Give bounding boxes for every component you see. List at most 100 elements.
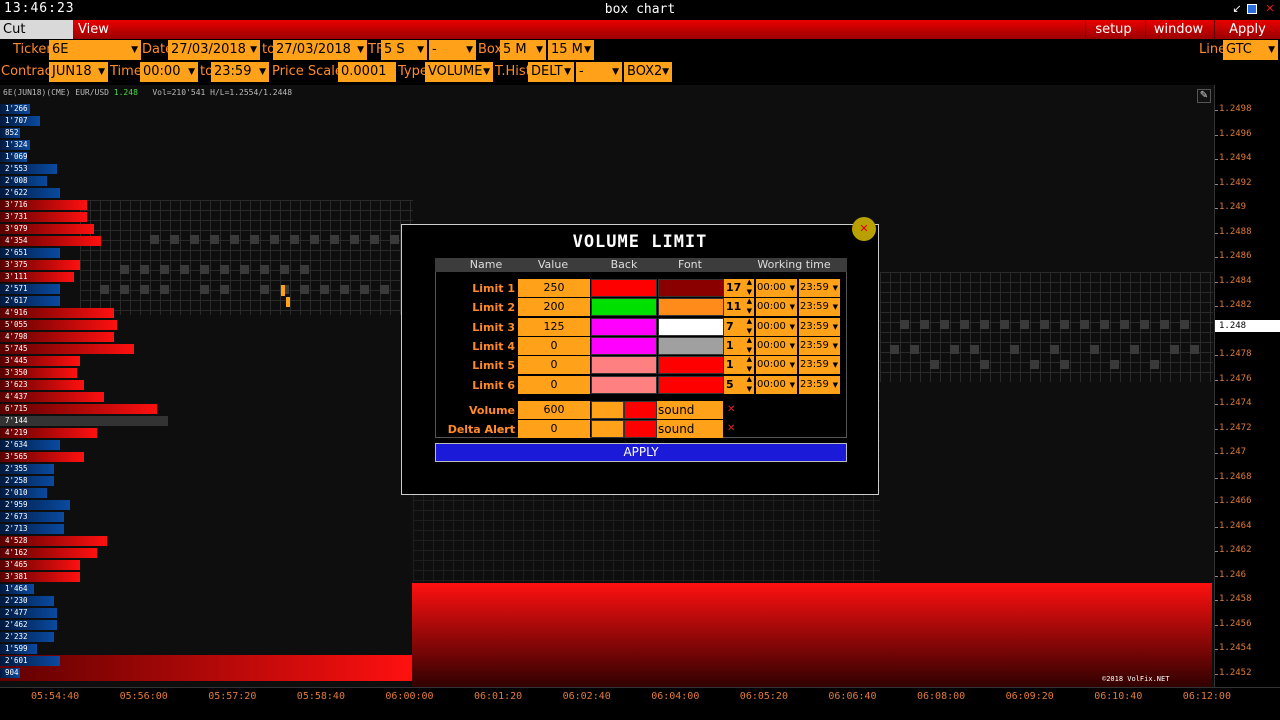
time-to-select[interactable]: 23:59 ▼	[799, 317, 840, 336]
time-from-select[interactable]: 00:00 ▼	[140, 62, 198, 82]
pencil-icon[interactable]: ✎	[1197, 89, 1211, 103]
font-color-swatch[interactable]	[658, 356, 724, 375]
stepper-arrows-icon[interactable]: ▲ ▼	[747, 374, 752, 394]
limit-value-input[interactable]: 0	[518, 336, 590, 355]
price-tick: 1.2474	[1215, 398, 1252, 408]
limit-number-stepper[interactable]: 1 ▲ ▼	[724, 335, 754, 355]
time-to-select[interactable]: 23:59 ▼	[799, 375, 840, 394]
table-header: Name Value Back Font Working time	[435, 258, 847, 272]
thist-secondary-select[interactable]: - ▼	[576, 62, 622, 82]
volume-profile-value: 904	[5, 668, 19, 677]
box-select[interactable]: 5 M ▼	[500, 40, 546, 60]
time-from-select[interactable]: 00:00 ▼	[756, 317, 797, 336]
time-to-select[interactable]: 23:59 ▼	[799, 336, 840, 355]
sound-select[interactable]: sound	[657, 401, 723, 419]
line-select[interactable]: GTC ▼	[1223, 40, 1278, 60]
stepper-arrows-icon[interactable]: ▲ ▼	[747, 316, 752, 336]
font-color-swatch[interactable]	[658, 317, 724, 336]
dialog-close-icon[interactable]: ✕	[852, 217, 876, 241]
volume-profile-row: 1'266	[0, 103, 340, 114]
volume-profile-row: 2'651	[0, 247, 340, 258]
maximize-icon[interactable]	[1247, 4, 1257, 14]
limit-value-input[interactable]: 0	[518, 375, 590, 394]
limit-value-input[interactable]: 125	[518, 317, 590, 336]
back-color-swatch[interactable]	[591, 375, 657, 394]
controls-row-1: Ticker 6E ▼ Date 27/03/2018 ▼ to 27/03/201…	[0, 39, 1280, 61]
contract-select[interactable]: JUN18 ▼	[49, 62, 108, 82]
alert-value-input[interactable]: 0	[518, 420, 590, 439]
stepper-arrows-icon[interactable]: ▲ ▼	[747, 335, 752, 355]
volume-profile-value: 3'623	[5, 380, 28, 389]
price-tick: 1.2462	[1215, 545, 1252, 555]
volume-profile-row: 3'465	[0, 559, 340, 570]
limit-number-stepper[interactable]: 5 ▲ ▼	[724, 374, 754, 394]
stepper-arrows-icon[interactable]: ▲ ▼	[747, 354, 752, 374]
back-color-swatch[interactable]	[591, 279, 657, 297]
date-from-select[interactable]: 27/03/2018 ▼	[168, 40, 260, 60]
font-color-swatch[interactable]	[658, 336, 724, 355]
price-scale-input[interactable]: 0.0001	[338, 62, 396, 82]
restore-icon[interactable]: ↙	[1231, 3, 1243, 15]
back-color-swatch[interactable]	[591, 298, 657, 317]
alert-font-swatch[interactable]	[624, 420, 657, 439]
time-to-select[interactable]: 23:59 ▼	[211, 62, 269, 82]
font-color-swatch[interactable]	[658, 298, 724, 317]
tf-secondary-select[interactable]: - ▼	[429, 40, 476, 60]
time-to-select[interactable]: 23:59 ▼	[799, 356, 840, 375]
tab-cut-breaks[interactable]: Cut Breaks	[0, 20, 73, 56]
time-from-select[interactable]: 00:00 ▼	[756, 336, 797, 355]
limit-value-input[interactable]: 0	[518, 356, 590, 375]
time-from-select[interactable]: 00:00 ▼	[756, 375, 797, 394]
window-button[interactable]: window	[1145, 20, 1211, 39]
apply-menu-button[interactable]: Apply	[1214, 20, 1280, 39]
alert-font-swatch[interactable]	[624, 401, 657, 419]
time-to-select[interactable]: 23:59 ▼	[799, 298, 840, 317]
box-cell	[1020, 320, 1029, 329]
sound-select[interactable]: sound	[657, 420, 723, 439]
alert-value-input[interactable]: 600	[518, 401, 590, 419]
tf-select[interactable]: 5 S ▼	[381, 40, 427, 60]
time-to-select[interactable]: 23:59 ▼	[799, 279, 840, 297]
box-secondary-select[interactable]: 15 M ▼	[548, 40, 594, 60]
back-color-swatch[interactable]	[591, 336, 657, 355]
box2-select[interactable]: BOX2 ▼	[624, 62, 672, 82]
apply-button[interactable]: APPLY	[435, 443, 847, 462]
alert-back-swatch[interactable]	[591, 401, 624, 419]
back-color-swatch[interactable]	[591, 356, 657, 375]
volume-profile-value: 7'144	[5, 416, 28, 425]
box-cell	[380, 285, 389, 294]
close-icon[interactable]: ✕	[1264, 3, 1276, 15]
box-cell	[1180, 320, 1189, 329]
remove-sound-icon[interactable]: ✕	[727, 420, 735, 438]
time-from-select[interactable]: 00:00 ▼	[756, 279, 797, 297]
limit-number-stepper[interactable]: 1 ▲ ▼	[724, 354, 754, 375]
limit-value-input[interactable]: 200	[518, 298, 590, 317]
setup-button[interactable]: setup	[1085, 20, 1141, 39]
limit-number-stepper[interactable]: 7 ▲ ▼	[724, 316, 754, 336]
volume-profile-value: 4'916	[5, 308, 28, 317]
stepper-arrows-icon[interactable]: ▲ ▼	[747, 296, 752, 316]
time-from-select[interactable]: 00:00 ▼	[756, 356, 797, 375]
date-to-select[interactable]: 27/03/2018 ▼	[273, 40, 367, 60]
font-color-swatch[interactable]	[658, 375, 724, 394]
time-from-select[interactable]: 00:00 ▼	[756, 298, 797, 317]
limit-name: Limit 1	[472, 282, 515, 295]
alert-back-swatch[interactable]	[591, 420, 624, 439]
volume-profile-row: 3'445	[0, 355, 340, 366]
tab-view-dom[interactable]: View DOM	[75, 20, 141, 56]
thist-select[interactable]: DELT ▼	[528, 62, 574, 82]
box-cell	[1080, 320, 1089, 329]
remove-sound-icon[interactable]: ✕	[727, 401, 735, 419]
time-tick: 06:10:40	[1094, 691, 1143, 702]
price-tick: 1.2498	[1215, 104, 1252, 114]
back-color-swatch[interactable]	[591, 317, 657, 336]
limit-number-stepper[interactable]: 11 ▲ ▼	[724, 296, 754, 317]
stepper-arrows-icon[interactable]: ▲ ▼	[747, 277, 752, 297]
limit-value-input[interactable]: 250	[518, 279, 590, 297]
ticker-select[interactable]: 6E ▼	[49, 40, 141, 60]
limit-number-stepper[interactable]: 17 ▲ ▼	[724, 277, 754, 297]
volume-profile-value: 4'219	[5, 428, 28, 437]
volume-profile-value: 2'634	[5, 440, 28, 449]
font-color-swatch[interactable]	[658, 279, 724, 297]
type-select[interactable]: VOLUME ▼	[425, 62, 493, 82]
